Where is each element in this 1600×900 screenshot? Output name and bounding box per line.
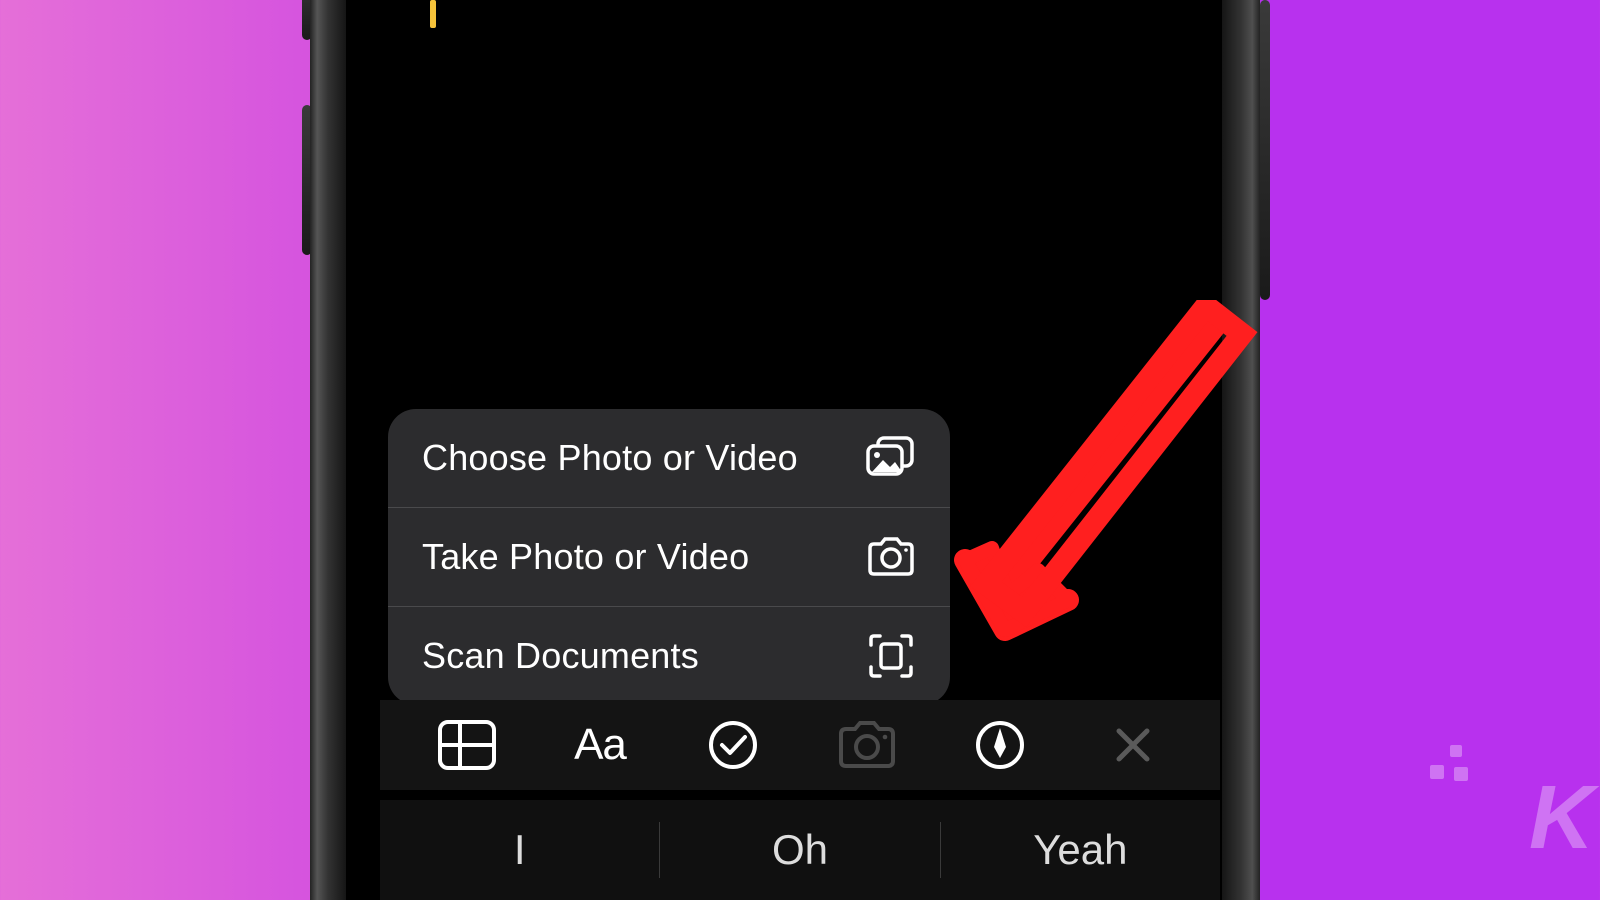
menu-item-label: Scan Documents (422, 635, 699, 677)
photos-icon (866, 433, 916, 483)
keyboard-suggestions: I Oh Yeah (380, 800, 1220, 900)
watermark-k: K (1529, 767, 1590, 870)
pen-circle-icon (975, 720, 1025, 770)
note-toolbar: Aa (380, 700, 1220, 790)
scan-icon (866, 631, 916, 681)
textstyle-tool[interactable]: Aa (570, 715, 630, 775)
camera-tool[interactable] (837, 715, 897, 775)
text-cursor (430, 0, 436, 28)
insert-menu: Choose Photo or Video Take Photo or Vide… (388, 409, 950, 705)
table-icon (438, 720, 496, 770)
suggestion-1[interactable]: I (380, 826, 659, 874)
checklist-tool[interactable] (703, 715, 763, 775)
textstyle-icon: Aa (574, 720, 626, 770)
menu-item-scan-documents[interactable]: Scan Documents (388, 607, 950, 705)
menu-item-take-photo[interactable]: Take Photo or Video (388, 508, 950, 606)
phone-power-button (1260, 0, 1270, 300)
menu-item-label: Choose Photo or Video (422, 437, 798, 479)
markup-tool[interactable] (970, 715, 1030, 775)
camera-icon (866, 532, 916, 582)
phone-bezel (1222, 0, 1260, 900)
menu-item-choose-photo[interactable]: Choose Photo or Video (388, 409, 950, 507)
check-circle-icon (708, 720, 758, 770)
suggestion-3[interactable]: Yeah (941, 826, 1220, 874)
table-tool[interactable] (437, 715, 497, 775)
close-icon (1113, 725, 1153, 765)
camera-icon (837, 720, 897, 770)
suggestion-2[interactable]: Oh (660, 826, 939, 874)
close-tool[interactable] (1103, 715, 1163, 775)
phone-screen: Choose Photo or Video Take Photo or Vide… (380, 0, 1220, 900)
phone-bezel (310, 0, 346, 900)
menu-item-label: Take Photo or Video (422, 536, 749, 578)
watermark-dots (1410, 745, 1480, 785)
